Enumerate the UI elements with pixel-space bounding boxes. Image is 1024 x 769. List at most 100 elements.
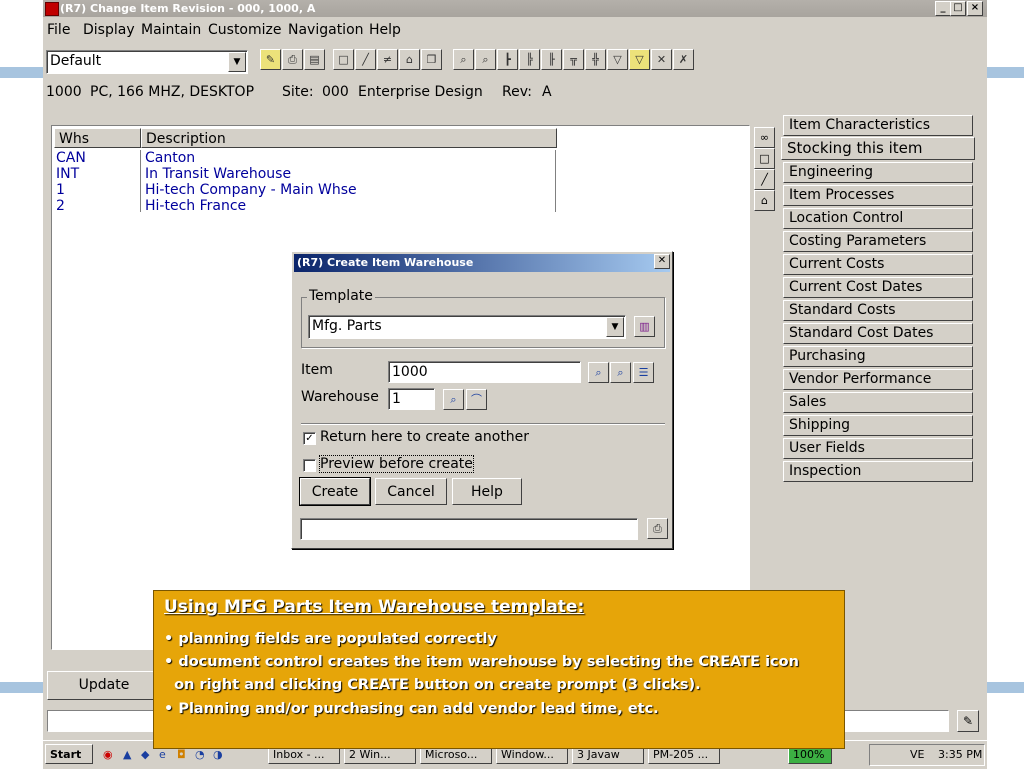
app-icon [45, 2, 59, 16]
help-button[interactable]: Help [452, 478, 522, 505]
tree-icon[interactable]: ┣ [497, 49, 518, 70]
menu-help[interactable]: Help [369, 18, 401, 42]
slide-deco-bar-left-top [0, 67, 43, 78]
chevron-down-icon[interactable]: ▼ [606, 317, 624, 337]
site-label: Site: [282, 84, 314, 100]
sidebar-item-user-fields[interactable]: User Fields [783, 438, 973, 459]
quicklaunch-icon[interactable]: e [159, 748, 166, 761]
print-icon[interactable]: ⎙ [647, 518, 668, 539]
callout-line: • planning fields are populated correctl… [164, 631, 497, 647]
menu-customize[interactable]: Customize [208, 18, 282, 42]
filter-edit-icon[interactable]: ✗ [673, 49, 694, 70]
warehouse-field[interactable]: 1 [388, 388, 435, 410]
sidebar-item-purchasing[interactable]: Purchasing [783, 346, 973, 367]
callout-line: • Planning and/or purchasing can add ven… [164, 701, 659, 717]
pencil-icon[interactable]: ╱ [754, 169, 775, 190]
sidebar-item-location-control[interactable]: Location Control [783, 208, 973, 229]
callout-title: Using MFG Parts Item Warehouse template: [164, 597, 585, 617]
sidebar-item-sales[interactable]: Sales [783, 392, 973, 413]
sidebar-item-current-costs[interactable]: Current Costs [783, 254, 973, 275]
annotation-callout: Using MFG Parts Item Warehouse template:… [153, 590, 845, 749]
menu-display[interactable]: Display [83, 18, 135, 42]
find-icon[interactable]: ⌕ [453, 49, 474, 70]
new-doc-icon[interactable]: □ [754, 148, 775, 169]
copy-icon[interactable]: ❐ [421, 49, 442, 70]
return-checkbox-label[interactable]: Return here to create another [320, 429, 529, 445]
menu-file[interactable]: File [47, 18, 70, 42]
quicklaunch-icon[interactable]: ◑ [213, 748, 223, 761]
filter-icon[interactable]: ▽ [607, 49, 628, 70]
search-icon[interactable]: ⌕ [443, 389, 464, 410]
tray-icon[interactable]: VE [910, 745, 924, 765]
system-tray: VE 3:35 PM [869, 744, 985, 766]
sidebar-item-shipping[interactable]: Shipping [783, 415, 973, 436]
close-button[interactable]: × [967, 1, 983, 16]
sidebar-item-standard-cost-dates[interactable]: Standard Cost Dates [783, 323, 973, 344]
maximize-button[interactable]: □ [950, 1, 966, 16]
edit-icon[interactable]: ╱ [355, 49, 376, 70]
binoculars-icon[interactable]: ∞ [754, 127, 775, 148]
preview-checkbox-label[interactable]: Preview before create [319, 455, 474, 473]
row-whs: CAN [56, 150, 86, 166]
toolbar: Default ▼ ✎ ⎙ ▤ □ ╱ ≠ ⌂ ❐ ⌕ ⌕ ┣ ╠ ╟ ╦ ╬ … [43, 48, 987, 74]
quicklaunch-icon[interactable]: ◉ [103, 748, 113, 761]
print-icon[interactable]: ⎙ [282, 49, 303, 70]
template-chart-icon[interactable]: ▥ [634, 316, 655, 337]
tree-collapse-icon[interactable]: ╟ [541, 49, 562, 70]
template-select[interactable]: Mfg. Parts ▼ [308, 315, 626, 339]
lookup-list-icon[interactable]: ☰ [633, 362, 654, 383]
sidebar-item-engineering[interactable]: Engineering [783, 162, 973, 183]
start-button[interactable]: Start [45, 744, 93, 764]
row-whs: INT [56, 166, 80, 182]
sidebar-item-current-cost-dates[interactable]: Current Cost Dates [783, 277, 973, 298]
update-button[interactable]: Update [47, 671, 161, 700]
item-number: 1000 [46, 84, 82, 100]
column-header-whs[interactable]: Whs [54, 128, 141, 148]
new-icon[interactable]: □ [333, 49, 354, 70]
sidebar-item-stocking[interactable]: Stocking this item [781, 137, 975, 160]
menu-navigation[interactable]: Navigation [288, 18, 364, 42]
quicklaunch-icon[interactable]: ◔ [195, 748, 205, 761]
trash-icon[interactable]: ⌂ [399, 49, 420, 70]
quicklaunch-icon[interactable]: ▲ [123, 748, 131, 761]
structure-icon[interactable]: ╦ [563, 49, 584, 70]
tree-expand-icon[interactable]: ╠ [519, 49, 540, 70]
view-select[interactable]: Default ▼ [46, 50, 248, 74]
sidebar-item-vendor-performance[interactable]: Vendor Performance [783, 369, 973, 390]
search-icon[interactable]: ⌕ [588, 362, 609, 383]
edit-all-icon[interactable]: ≠ [377, 49, 398, 70]
browse-icon[interactable]: ⌒ [466, 389, 487, 410]
sidebar-item-item-characteristics[interactable]: Item Characteristics [783, 115, 973, 136]
cancel-button[interactable]: Cancel [375, 478, 447, 505]
sidebar-item-costing-parameters[interactable]: Costing Parameters [783, 231, 973, 252]
sidebar-item-item-processes[interactable]: Item Processes [783, 185, 973, 206]
filter-yellow-icon[interactable]: ▽ [629, 49, 650, 70]
warehouse-label: Warehouse [301, 389, 379, 405]
quicklaunch-icon[interactable]: ◆ [141, 748, 149, 761]
preview-checkbox[interactable] [303, 459, 316, 472]
row-description: Hi-tech France [145, 198, 247, 214]
note-icon[interactable]: ✎ [260, 49, 281, 70]
filter-clear-icon[interactable]: ✕ [651, 49, 672, 70]
search-alt-icon[interactable]: ⌕ [610, 362, 631, 383]
quicklaunch-icon[interactable]: ◘ [177, 748, 186, 761]
find-next-icon[interactable]: ⌕ [475, 49, 496, 70]
sidebar-item-inspection[interactable]: Inspection [783, 461, 973, 482]
edit-note-icon[interactable]: ✎ [957, 710, 979, 732]
column-header-description[interactable]: Description [141, 128, 557, 148]
trash-icon[interactable]: ⌂ [754, 190, 775, 211]
slide-deco-bar-left-bottom [0, 682, 43, 693]
dialog-close-button[interactable]: ✕ [654, 254, 670, 269]
site-name: Enterprise Design [358, 84, 483, 100]
structure-alt-icon[interactable]: ╬ [585, 49, 606, 70]
print-preview-icon[interactable]: ▤ [304, 49, 325, 70]
row-description: Hi-tech Company - Main Whse [145, 182, 357, 198]
return-checkbox[interactable]: ✓ [303, 432, 316, 445]
minimize-button[interactable]: _ [935, 1, 951, 16]
menu-maintain[interactable]: Maintain [141, 18, 201, 42]
sidebar-item-standard-costs[interactable]: Standard Costs [783, 300, 973, 321]
chevron-down-icon[interactable]: ▼ [228, 52, 246, 72]
divider [301, 423, 665, 425]
create-button[interactable]: Create [300, 478, 370, 505]
item-field[interactable]: 1000 [388, 361, 581, 383]
